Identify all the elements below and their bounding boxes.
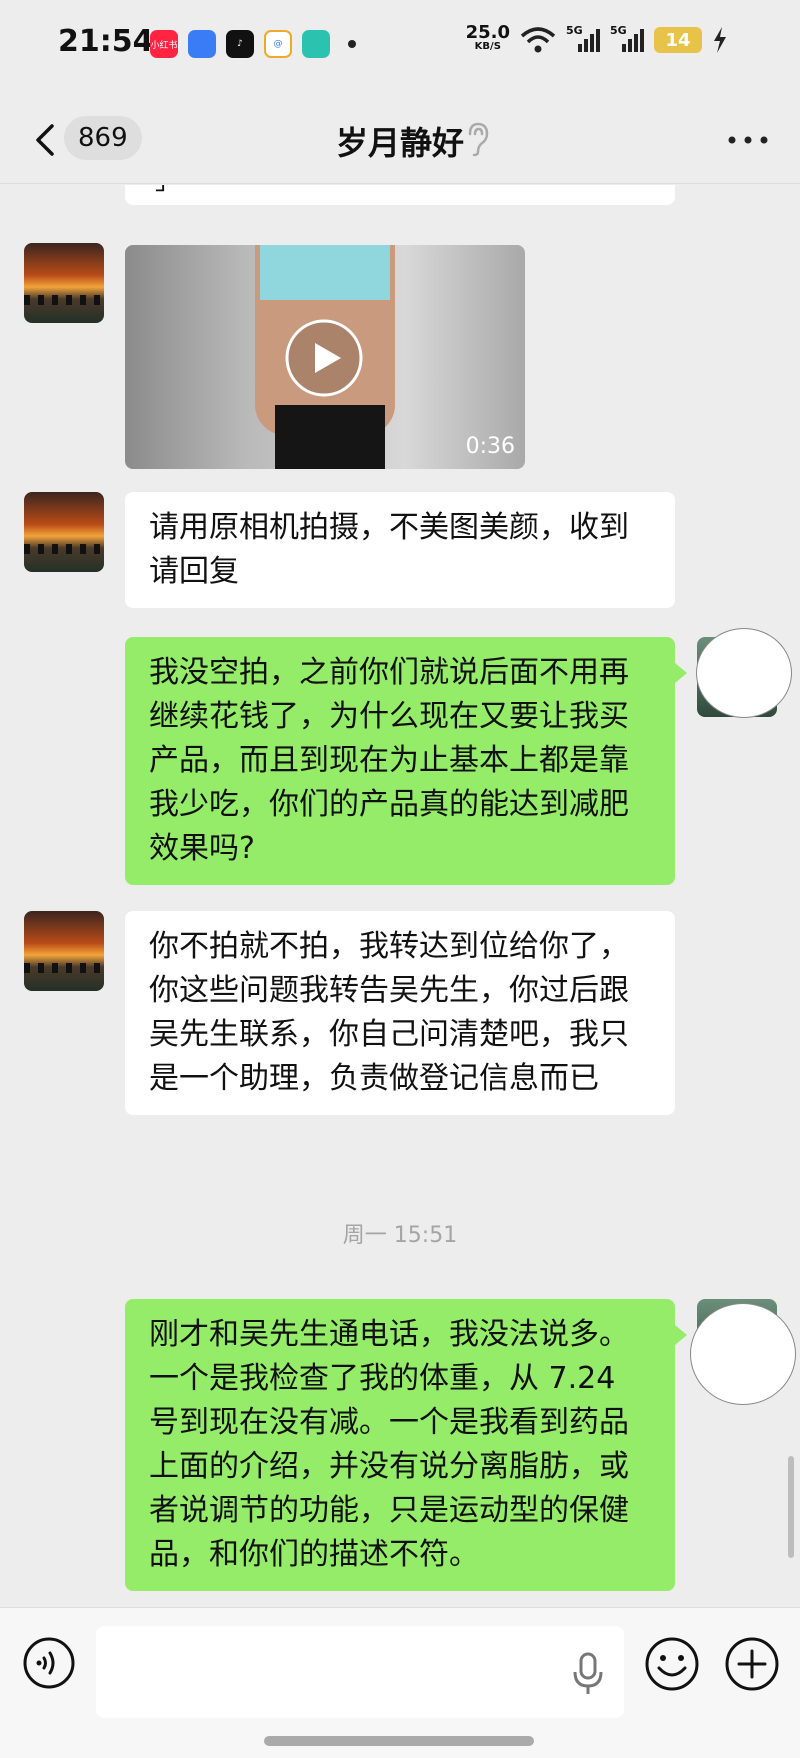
app-teal-icon <box>302 30 330 58</box>
charging-icon <box>714 27 726 53</box>
app-blue-icon <box>188 30 216 58</box>
net-speed: 25.0 KB/S <box>466 24 510 54</box>
status-app-icons: 小红书 ♪ @ <box>150 30 356 58</box>
avatar-contact[interactable] <box>24 243 104 323</box>
signal-2-label: 5G <box>610 24 627 37</box>
message-bubble-outgoing[interactable]: 刚才和吴先生通电话，我没法说多。一个是我检查了我的体重，从 7.24 号到现在没… <box>125 1299 687 1591</box>
scrollbar[interactable] <box>788 1456 794 1558</box>
wifi-icon <box>520 27 556 53</box>
message-list[interactable]: 」 0:36 请用原相机拍摄，不美图美颜，收到请回复 我没空拍，之前你们就说后面… <box>0 185 800 1605</box>
message-bubble-incoming[interactable]: 你不拍就不拍，我转达到位给你了，你这些问题我转告吴先生，你过后跟吴先生联系，你自… <box>125 911 675 1115</box>
avatar-contact[interactable] <box>24 911 104 991</box>
app-colorful-icon: @ <box>264 30 292 58</box>
chat-title: 岁月静好 <box>335 124 464 162</box>
home-indicator[interactable] <box>264 1736 534 1746</box>
input-bar <box>0 1607 800 1758</box>
status-right: 25.0 KB/S 5G 5G 14 <box>466 24 728 54</box>
message-timestamp: 周一 15:51 <box>342 1223 458 1248</box>
message-input[interactable] <box>96 1626 624 1718</box>
more-functions-plus-button[interactable] <box>724 1636 780 1692</box>
video-message[interactable]: 0:36 <box>125 245 525 469</box>
video-thumbnail-pants <box>275 405 385 469</box>
voice-input-toggle-button[interactable] <box>22 1636 76 1690</box>
xiaohongshu-icon: 小红书 <box>150 30 178 58</box>
status-bar: 21:54 小红书 ♪ @ 25.0 KB/S 5G 5G 14 <box>0 0 800 90</box>
video-thumbnail-shirt <box>260 245 390 300</box>
tiktok-icon: ♪ <box>226 30 254 58</box>
signal-5g-icon-2: 5G <box>610 24 644 54</box>
play-icon[interactable] <box>285 319 363 397</box>
battery-indicator: 14 <box>654 27 702 53</box>
signal-5g-icon-1: 5G <box>566 24 600 54</box>
previous-message-bubble[interactable]: 」 <box>125 185 675 205</box>
previous-message-fragment: 」 <box>155 185 181 203</box>
message-bubble-outgoing[interactable]: 我没空拍，之前你们就说后面不用再继续花钱了，为什么现在又要让我买产品，而且到现在… <box>125 637 687 885</box>
avatar-redaction <box>690 1303 796 1405</box>
avatar-redaction <box>696 628 792 718</box>
more-options-button[interactable] <box>726 128 770 152</box>
chat-header: 869 岁月静好 <box>0 96 800 184</box>
microphone-icon[interactable] <box>570 1652 606 1696</box>
earpiece-mode-icon <box>468 122 489 157</box>
status-time: 21:54 <box>58 24 154 59</box>
emoji-button[interactable] <box>644 1636 700 1692</box>
message-bubble-incoming[interactable]: 请用原相机拍摄，不美图美颜，收到请回复 <box>125 492 675 608</box>
avatar-contact[interactable] <box>24 492 104 572</box>
video-duration: 0:36 <box>465 434 515 459</box>
signal-1-label: 5G <box>566 24 583 37</box>
more-notifications-dot <box>348 40 356 48</box>
